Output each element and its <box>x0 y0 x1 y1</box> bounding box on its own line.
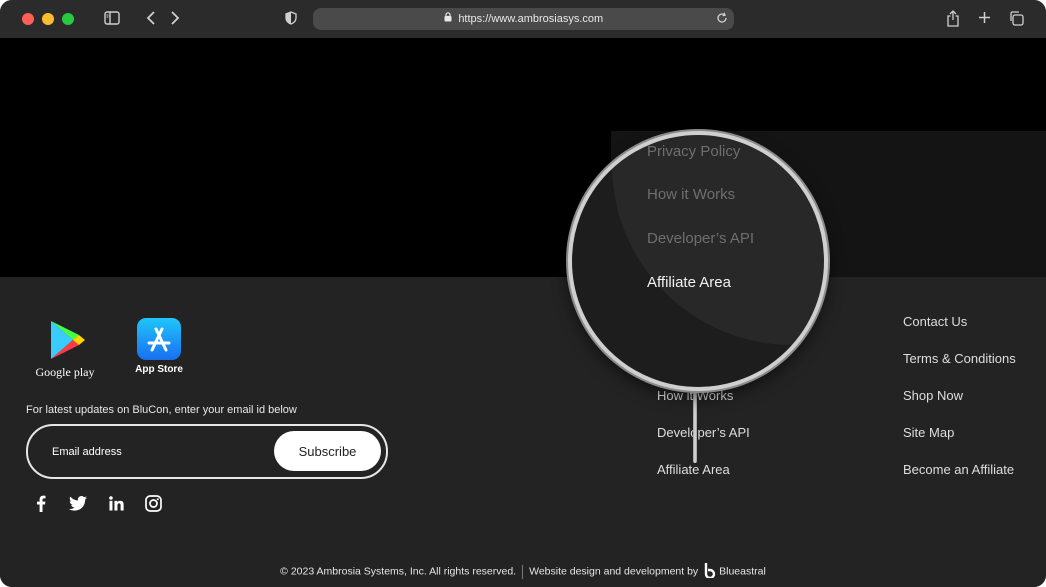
email-input[interactable] <box>50 442 274 462</box>
magnified-link-developers-api[interactable]: Developer’s API <box>647 230 754 247</box>
magnifier-lens: Privacy Policy How it Works Developer’s … <box>568 131 828 391</box>
privacy-shield-icon[interactable] <box>285 11 297 29</box>
app-store-icon <box>137 318 181 360</box>
browser-toolbar: https://www.ambrosiasys.com <box>0 0 1046 38</box>
app-store-label: App Store <box>135 364 183 375</box>
credit-brand[interactable]: Blueastral <box>719 565 766 577</box>
magnified-link-privacy-policy[interactable]: Privacy Policy <box>647 143 740 160</box>
instagram-icon[interactable] <box>143 493 163 513</box>
footer-link-developers-api[interactable]: Developer’s API <box>657 425 750 440</box>
magnifier-handle <box>693 387 697 463</box>
twitter-icon[interactable] <box>68 493 88 513</box>
linkedin-icon[interactable] <box>106 493 126 513</box>
newsletter-prompt: For latest updates on BluCon, enter your… <box>26 404 297 416</box>
google-play-label: Google play <box>35 365 95 379</box>
back-arrow-icon[interactable] <box>146 11 156 29</box>
browser-window: https://www.ambrosiasys.com Google play … <box>0 0 1046 587</box>
app-store-badge[interactable]: App Store <box>134 318 184 375</box>
address-bar-url: https://www.ambrosiasys.com <box>313 12 734 25</box>
reload-icon[interactable] <box>716 12 728 28</box>
google-play-badge[interactable]: Google play <box>34 318 96 380</box>
lock-icon <box>444 12 455 24</box>
footer-link-site-map[interactable]: Site Map <box>903 425 954 440</box>
minimize-window-button[interactable] <box>42 13 54 25</box>
tab-overview-icon[interactable] <box>1009 11 1024 30</box>
footer-link-contact-us[interactable]: Contact Us <box>903 314 967 329</box>
copyright-divider <box>522 564 524 579</box>
footer-link-become-affiliate[interactable]: Become an Affiliate <box>903 462 1014 477</box>
share-icon[interactable] <box>946 10 960 31</box>
footer-link-affiliate-area[interactable]: Affiliate Area <box>657 462 730 477</box>
blueastral-logo-icon <box>704 562 716 581</box>
google-play-icon <box>34 318 96 367</box>
magnified-link-how-it-works[interactable]: How it Works <box>647 186 735 203</box>
footer-link-shop-now[interactable]: Shop Now <box>903 388 963 403</box>
magnified-link-affiliate-area[interactable]: Affiliate Area <box>647 274 731 291</box>
credit-text: Website design and development by <box>529 565 699 578</box>
new-tab-plus-icon[interactable] <box>978 11 991 28</box>
copyright-bar: © 2023 Ambrosia Systems, Inc. All rights… <box>0 562 1046 581</box>
close-window-button[interactable] <box>22 13 34 25</box>
facebook-icon[interactable] <box>31 493 51 513</box>
subscribe-button[interactable]: Subscribe <box>274 431 381 471</box>
newsletter-form: Subscribe <box>26 424 388 479</box>
sidebar-toggle-icon[interactable] <box>104 11 120 29</box>
footer-link-terms-conditions[interactable]: Terms & Conditions <box>903 351 1016 366</box>
copyright-text: © 2023 Ambrosia Systems, Inc. All rights… <box>280 565 517 578</box>
forward-arrow-icon[interactable] <box>170 11 180 29</box>
zoom-window-button[interactable] <box>62 13 74 25</box>
address-bar[interactable]: https://www.ambrosiasys.com <box>313 8 734 30</box>
